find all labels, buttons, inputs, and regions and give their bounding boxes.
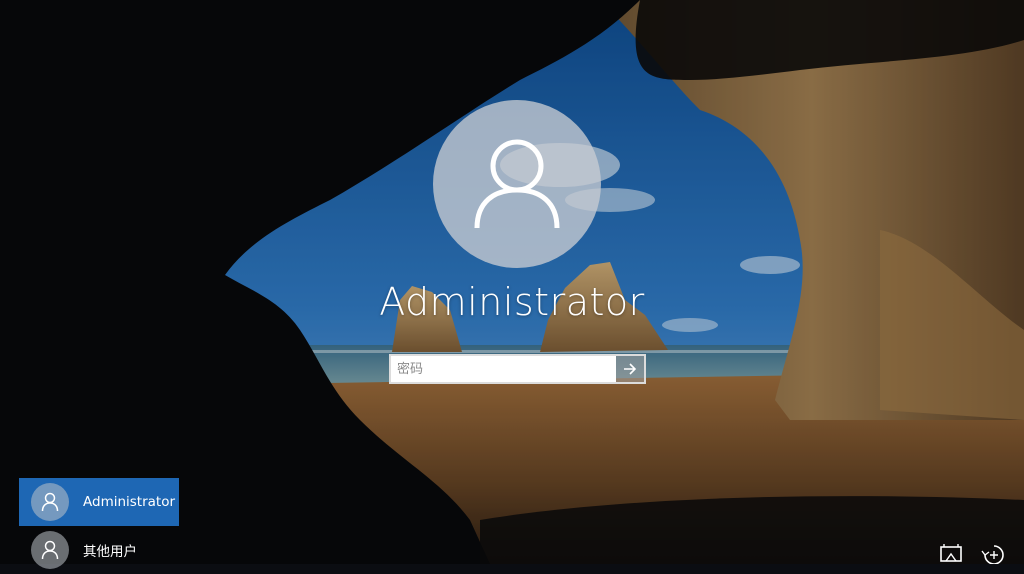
user-switch-list: Administrator 其他用户 bbox=[19, 478, 179, 574]
user-icon bbox=[474, 139, 560, 229]
user-name-title: Administrator bbox=[379, 280, 645, 324]
user-tile-administrator[interactable]: Administrator bbox=[19, 478, 179, 526]
user-icon bbox=[41, 540, 59, 560]
password-input[interactable] bbox=[389, 354, 616, 384]
avatar bbox=[31, 531, 69, 569]
user-tile-label: Administrator bbox=[83, 494, 176, 510]
user-tile-label: 其他用户 bbox=[83, 544, 137, 560]
user-avatar bbox=[433, 100, 601, 268]
ease-of-access-icon bbox=[981, 545, 1004, 564]
avatar bbox=[31, 483, 69, 521]
network-icon bbox=[940, 544, 962, 562]
arrow-right-icon bbox=[624, 363, 637, 375]
user-tile-other-user[interactable]: 其他用户 bbox=[19, 526, 179, 574]
network-button[interactable] bbox=[937, 544, 967, 566]
password-form bbox=[389, 354, 646, 384]
user-icon bbox=[41, 492, 59, 512]
accessibility-button[interactable] bbox=[979, 544, 1009, 566]
submit-button[interactable] bbox=[616, 354, 646, 384]
